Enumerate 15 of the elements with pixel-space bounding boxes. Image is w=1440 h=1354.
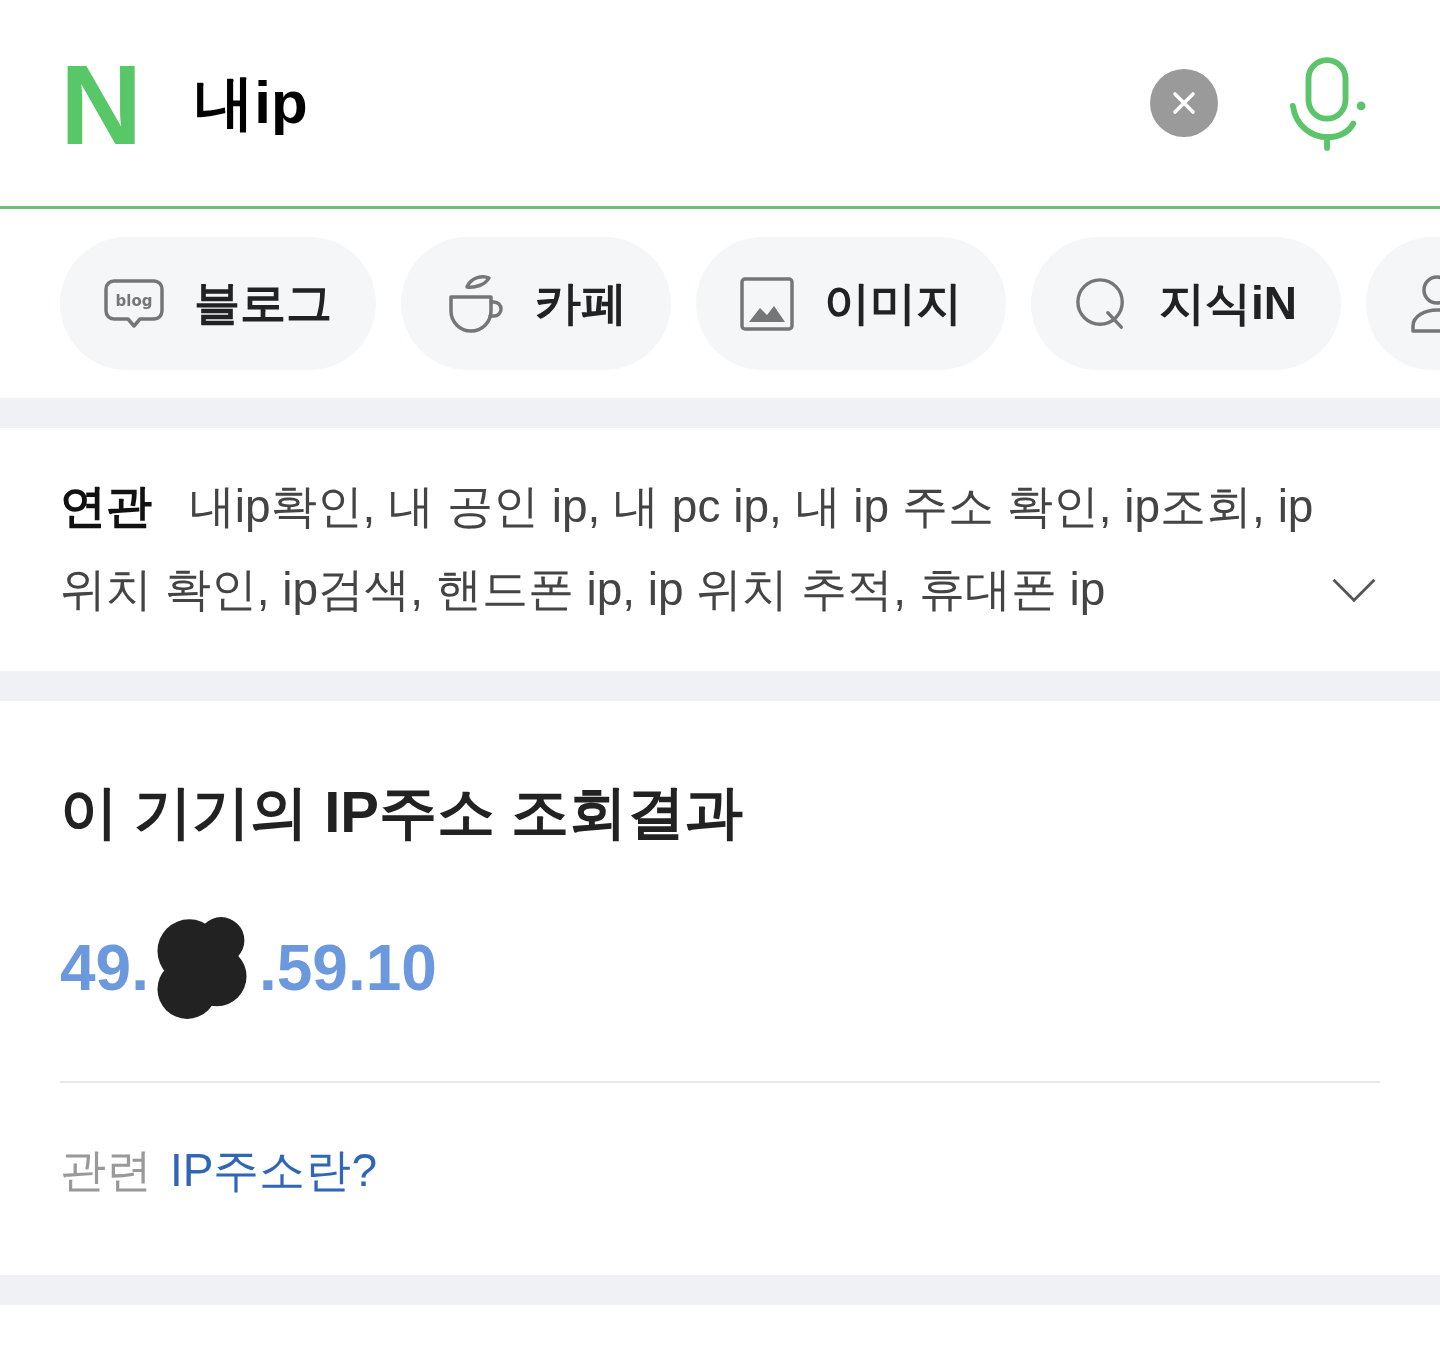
category-tab[interactable]: 이미지 <box>696 237 1006 370</box>
image-icon <box>740 276 794 331</box>
ip-address-text: 49. <box>60 931 149 1006</box>
category-tab[interactable]: blog 블로그 <box>60 237 376 370</box>
category-tab[interactable]: 카페 <box>401 237 671 370</box>
ip-address-text: .59.10 <box>258 931 437 1006</box>
category-tab[interactable]: 지식iN <box>1031 237 1341 370</box>
related-label: 관련 <box>60 1143 152 1198</box>
ip-info-link[interactable]: IP주소란? <box>170 1140 378 1202</box>
related-searches-text: 연관 내ip확인, 내 공인 ip, 내 pc ip, 내 ip 주소 확인, ip조회, ip 위치 확인, ip검색, 핸드폰 ip, ip 위치 추적, 휴대폰 ip <box>60 479 1315 617</box>
search-field[interactable]: 내ip <box>194 63 1150 143</box>
chevron-down-icon[interactable] <box>1330 577 1378 603</box>
result-title: 이 기기의 IP주소 조회결과 <box>60 778 745 846</box>
close-icon <box>1172 91 1196 115</box>
speech-bubble-icon: blog <box>104 278 164 329</box>
